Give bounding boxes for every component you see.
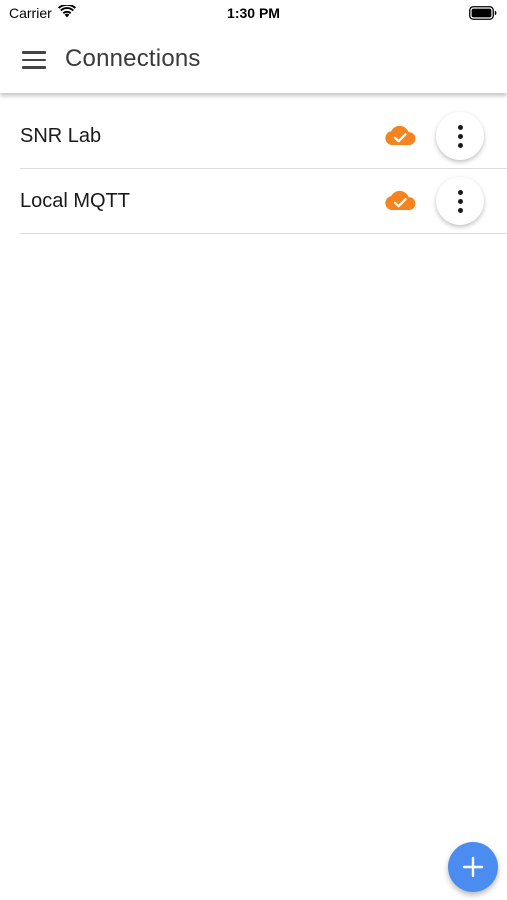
more-vertical-icon[interactable] — [436, 177, 484, 225]
battery-icon — [469, 6, 497, 23]
connection-name: Local MQTT — [20, 190, 131, 212]
connections-screen: Carrier 1:30 PM Connections SNR Lab Loca… — [0, 0, 507, 900]
app-bar: Connections — [0, 28, 507, 93]
status-time: 1:30 PM — [227, 5, 280, 21]
connection-item-snr-lab[interactable]: SNR Lab — [20, 104, 507, 169]
page-title: Connections — [65, 45, 201, 72]
cloud-done-icon — [384, 124, 416, 146]
add-connection-button[interactable] — [448, 842, 498, 892]
status-bar: Carrier 1:30 PM — [0, 0, 507, 28]
hamburger-menu-icon[interactable] — [22, 48, 48, 72]
cloud-done-icon — [384, 189, 416, 211]
plus-icon — [462, 856, 484, 878]
more-vertical-icon[interactable] — [436, 112, 484, 160]
connection-list: SNR Lab Local MQTT — [20, 104, 507, 234]
connection-item-local-mqtt[interactable]: Local MQTT — [20, 169, 507, 234]
connection-name: SNR Lab — [20, 125, 102, 147]
